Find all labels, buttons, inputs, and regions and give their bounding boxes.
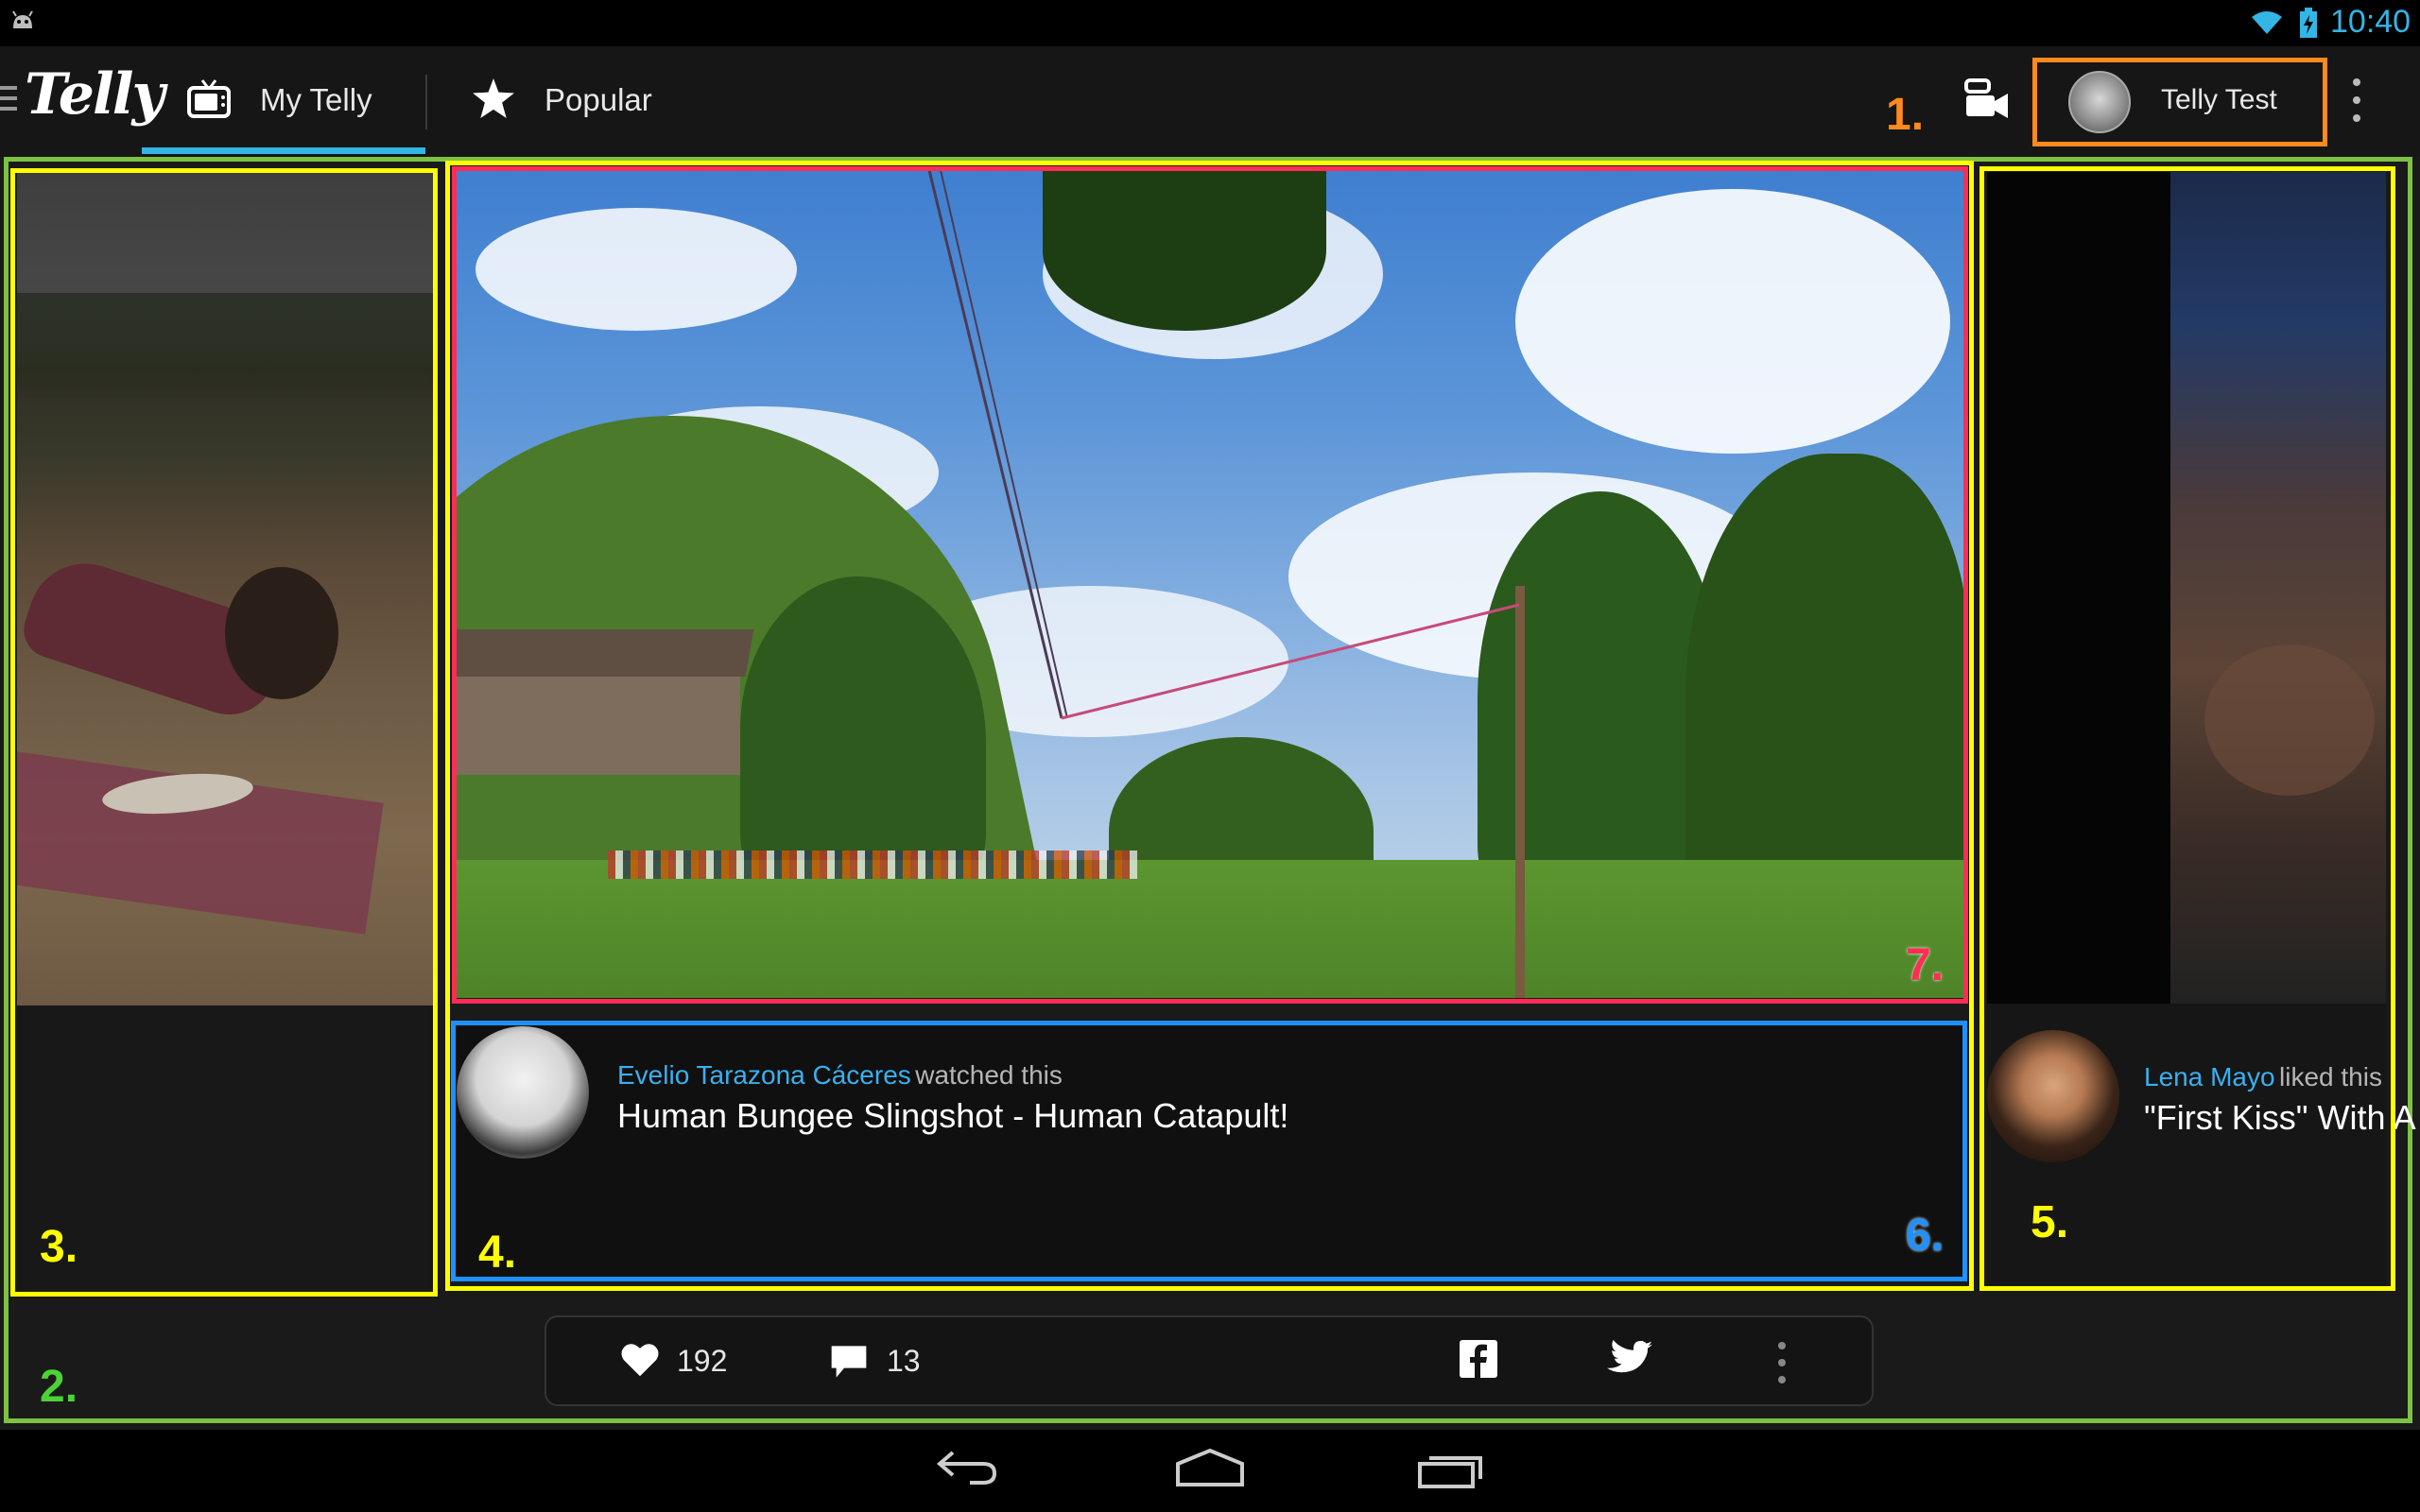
battery-charging-icon [2300,8,2317,38]
recents-icon[interactable] [1418,1451,1486,1488]
annotation-2: 2. [40,1362,78,1412]
comment-count: 13 [887,1344,921,1378]
star-icon [473,78,514,118]
avatar [2068,71,2131,133]
twitter-icon[interactable] [1607,1340,1652,1378]
annotation-3: 3. [40,1222,78,1272]
drawer-icon[interactable] [0,86,19,114]
tab-my-telly[interactable]: My Telly [142,46,425,157]
annotation-frame-5 [1979,166,2395,1291]
tv-icon [187,79,231,118]
like-count: 192 [677,1344,728,1378]
comment-icon [831,1346,867,1378]
system-nav-bar [0,1430,2420,1512]
account-name: Telly Test [2161,84,2277,115]
home-icon[interactable] [1176,1449,1244,1486]
tab-selected-indicator [142,147,425,154]
video-camera-icon[interactable] [1964,77,2010,120]
tab-divider [425,75,427,129]
tab-popular[interactable]: Popular [454,46,700,157]
action-bar: Telly My Telly Popular 1. Telly Test [0,46,2420,157]
android-debug-icon [12,10,33,28]
status-bar: 10:40 [0,0,2420,46]
annotation-frame-4 [445,161,1974,1291]
annotation-4: 4. [478,1228,517,1278]
more-vert-icon[interactable] [1775,1342,1789,1383]
facebook-icon[interactable] [1460,1340,1497,1378]
annotation-1: 1. [1886,90,1925,140]
tab-popular-label: Popular [544,82,652,117]
annotation-frame-3 [10,168,438,1297]
tab-my-telly-label: My Telly [260,82,372,117]
clock: 10:40 [2330,4,2411,40]
back-icon[interactable] [936,1449,998,1486]
heart-icon [621,1344,659,1377]
more-vert-icon[interactable] [2350,78,2363,122]
wifi-icon [2252,11,2282,34]
annotation-5: 5. [2031,1197,2069,1247]
account-chip[interactable]: Telly Test [2038,63,2322,141]
video-action-bar: 192 13 [544,1315,1874,1406]
